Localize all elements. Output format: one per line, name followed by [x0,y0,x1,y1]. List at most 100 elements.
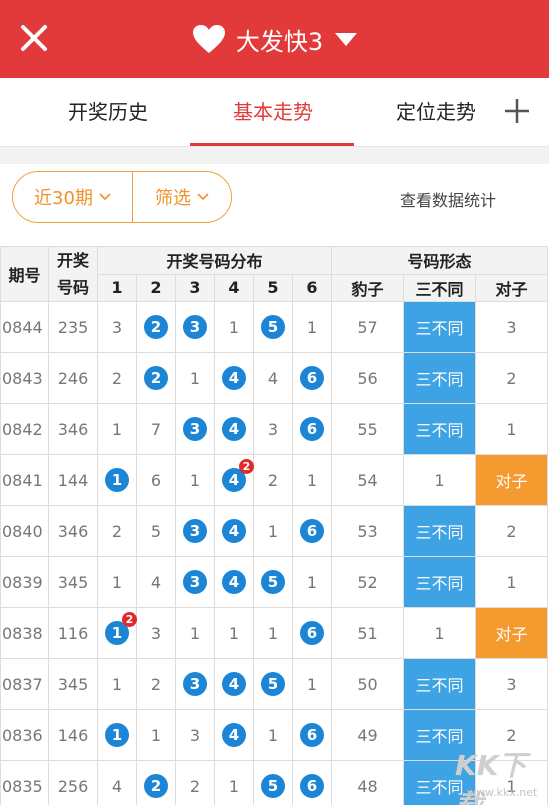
distribution-cell: 5 [253,658,293,710]
distribution-cell: 2 [136,658,176,710]
header-digit: 4 [214,273,254,302]
baozi-cell: 56 [331,352,404,404]
trend-table: 期号 开奖号码 开奖号码分布 号码形态 1 2 3 4 5 6 豹子 三不同 对… [0,246,548,805]
distribution-cell: 3 [175,505,215,557]
distribution-cell: 5 [253,301,293,353]
tab-bar: 开奖历史 基本走势 定位走势 [0,78,549,146]
hit-ball: 4 [222,570,246,594]
number-cell: 256 [48,760,98,805]
table-row: 0843 246 2 2 1 4 4 6 56 三不同 2 [0,352,548,404]
distribution-cell: 5 [253,556,293,608]
sanbutong-cell: 三不同 [403,556,476,608]
filter-dropdown[interactable]: 筛选 [133,172,231,222]
hit-ball: 4 [222,417,246,441]
tab-history[interactable]: 开奖历史 [30,78,186,146]
sanbutong-cell: 1 [403,454,476,506]
ball-value: 3 [189,675,201,693]
distribution-cell: 2 [97,505,137,557]
ball-value: 5 [267,675,279,693]
distribution-cell: 6 [292,403,332,455]
distribution-cell: 6 [136,454,176,506]
distribution-cell: 3 [175,556,215,608]
table-row: 0844 235 3 2 3 1 5 1 57 三不同 3 [0,301,548,353]
header-pattern: 号码形态 [331,246,548,275]
header-digit: 2 [136,273,176,302]
header-digit: 1 [97,273,137,302]
header-digit: 5 [253,273,293,302]
hit-ball: 12 [105,612,137,645]
distribution-cell: 2 [175,760,215,805]
table-row: 0841 144 1 6 1 4 2 2 1 54 1 对子 [0,454,548,506]
distribution-cell: 1 [214,301,254,353]
distribution-cell: 4 [253,352,293,404]
view-stats-link[interactable]: 查看数据统计 [400,187,496,211]
hit-ball: 3 [183,570,207,594]
ball-value: 6 [306,420,318,438]
hit-ball: 3 [183,417,207,441]
hit-ball: 6 [300,723,324,747]
distribution-cell: 1 [292,556,332,608]
distribution-cell: 1 [97,454,137,506]
issue-cell: 0843 [0,352,49,404]
ball-value: 4 [228,471,240,489]
lottery-selector[interactable]: 大发快3 [0,0,549,78]
distribution-cell: 1 [292,658,332,710]
distribution-cell: 6 [292,760,332,805]
period-dropdown[interactable]: 近30期 [13,172,133,222]
issue-cell: 0835 [0,760,49,805]
distribution-cell: 4 [214,505,254,557]
ball-value: 5 [267,777,279,795]
header-digit: 3 [175,273,215,302]
distribution-cell: 4 [214,403,254,455]
header-issue: 期号 [0,246,49,302]
sanbutong-cell: 三不同 [403,403,476,455]
distribution-cell: 1 [175,454,215,506]
distribution-cell: 4 [214,658,254,710]
heart-icon[interactable] [192,24,226,54]
distribution-cell: 3 [97,301,137,353]
distribution-cell: 6 [292,505,332,557]
tab-position-trend[interactable]: 定位走势 [358,78,514,146]
distribution-cell: 3 [175,658,215,710]
caret-down-icon[interactable] [335,32,358,46]
duizi-cell: 1 [475,556,548,608]
ball-value: 4 [228,369,240,387]
repeat-badge: 2 [239,459,254,474]
hit-ball: 2 [144,315,168,339]
ball-value: 6 [306,624,318,642]
duizi-cell: 1 [475,403,548,455]
watermark-url: www.kkx.net [467,786,538,799]
distribution-cell: 1 [175,352,215,404]
table-row: 0840 346 2 5 3 4 1 6 53 三不同 2 [0,505,548,557]
sanbutong-cell: 三不同 [403,505,476,557]
distribution-cell: 7 [136,403,176,455]
hit-ball: 5 [261,774,285,798]
distribution-cell: 1 [253,607,293,659]
chevron-down-icon [197,193,209,201]
filter-group: 近30期 筛选 [12,171,232,223]
duizi-cell: 3 [475,301,548,353]
hit-ball: 2 [144,774,168,798]
ball-value: 4 [228,573,240,591]
distribution-cell: 1 [292,454,332,506]
hit-ball: 42 [222,459,254,492]
header-number: 开奖号码 [48,246,98,302]
plus-icon[interactable] [503,97,531,125]
hit-ball: 6 [300,366,324,390]
tab-basic-trend[interactable]: 基本走势 [193,78,353,146]
ball-value: 1 [111,471,123,489]
baozi-cell: 57 [331,301,404,353]
ball-value: 3 [189,420,201,438]
distribution-cell: 2 [136,301,176,353]
hit-ball: 4 [222,366,246,390]
hit-ball: 6 [300,621,324,645]
hit-ball: 5 [261,672,285,696]
section-divider [0,146,549,164]
distribution-cell: 6 [292,352,332,404]
duizi-cell: 2 [475,505,548,557]
ball-value: 1 [111,624,123,642]
baozi-cell: 50 [331,658,404,710]
hit-ball: 3 [183,672,207,696]
table-row: 0837 345 1 2 3 4 5 1 50 三不同 3 [0,658,548,710]
distribution-cell: 5 [253,760,293,805]
